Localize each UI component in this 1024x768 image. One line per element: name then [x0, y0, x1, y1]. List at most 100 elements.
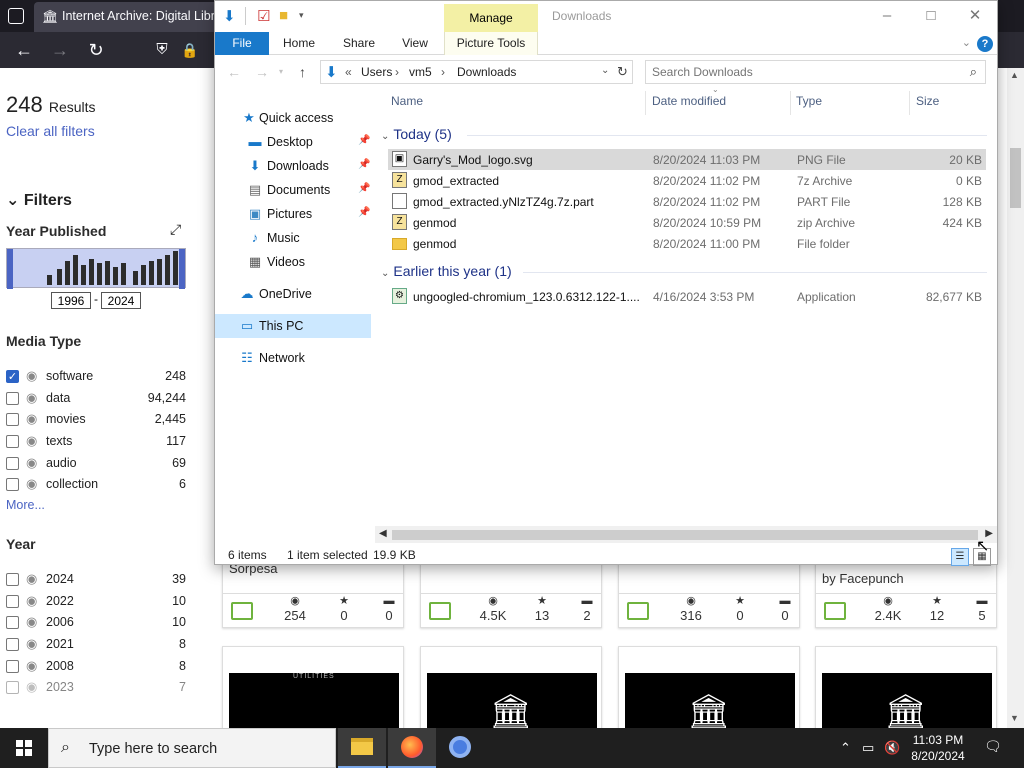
histogram-left-handle[interactable]	[7, 249, 13, 289]
checkbox[interactable]	[6, 392, 19, 405]
result-card[interactable]: 🏛	[420, 646, 602, 730]
nav-item-this-pc[interactable]: ▭ This PC	[215, 314, 371, 338]
column-divider[interactable]	[645, 91, 646, 115]
facet-year-2006[interactable]: ◉ 2006 10	[6, 613, 186, 633]
eye-icon[interactable]: ◉	[26, 636, 37, 652]
details-view-icon[interactable]: ☰	[951, 548, 969, 566]
nav-item-documents[interactable]: ▤ Documents 📌	[215, 178, 371, 202]
scrollbar-thumb[interactable]	[1010, 148, 1021, 208]
qat-customize-icon[interactable]: ▾	[299, 10, 304, 21]
eye-icon[interactable]: ◉	[26, 390, 37, 406]
eye-icon[interactable]: ◉	[26, 476, 37, 492]
eye-icon[interactable]: ◉	[26, 368, 37, 384]
shield-icon[interactable]: ⛨	[150, 38, 174, 62]
nav-item-onedrive[interactable]: ☁ OneDrive	[215, 282, 371, 306]
manage-tab[interactable]: Manage	[444, 4, 538, 32]
file-row[interactable]: Z genmod 8/20/2024 10:59 PM zip Archive …	[388, 212, 986, 233]
chevron-up-icon[interactable]: ⌃	[840, 740, 851, 756]
eye-icon[interactable]: ◉	[26, 571, 37, 587]
checkbox[interactable]	[6, 435, 19, 448]
refresh-icon[interactable]: ↻	[617, 64, 628, 80]
facet-year-2008[interactable]: ◉ 2008 8	[6, 657, 186, 677]
forward-arrow-icon[interactable]: →	[48, 38, 72, 62]
up-arrow-icon[interactable]: ↑	[299, 64, 306, 80]
column-type[interactable]: Type	[796, 94, 822, 108]
histogram-right-handle[interactable]	[179, 249, 185, 289]
result-card[interactable]: 🏛	[815, 646, 997, 730]
new-folder-icon[interactable]: ■	[279, 7, 288, 24]
tab-home[interactable]: Home	[279, 32, 319, 55]
breadcrumb-vm5[interactable]: vm5	[409, 65, 432, 79]
recent-locations-icon[interactable]: ▾	[279, 67, 283, 76]
eye-icon[interactable]: ◉	[26, 593, 37, 609]
result-card[interactable]: by Facepunch ◉ 2.4K ★ 12 ▬ 5	[815, 556, 997, 628]
scroll-down-arrow-icon[interactable]: ▼	[1010, 713, 1019, 723]
year-to-input[interactable]	[101, 292, 141, 309]
back-arrow-icon[interactable]: ←	[12, 38, 36, 62]
file-row[interactable]: genmod 8/20/2024 11:00 PM File folder	[388, 233, 986, 254]
tab-file[interactable]: File	[215, 32, 269, 55]
checkbox[interactable]	[6, 616, 19, 629]
file-row[interactable]: Z gmod_extracted 8/20/2024 11:02 PM 7z A…	[388, 170, 986, 191]
lock-icon[interactable]: 🔒	[178, 38, 202, 62]
nav-item-quick-access[interactable]: ★ Quick access	[215, 106, 371, 130]
nav-item-downloads[interactable]: ⬇ Downloads 📌	[215, 154, 371, 178]
taskbar-chromium[interactable]	[436, 728, 484, 768]
facet-year-2021[interactable]: ◉ 2021 8	[6, 635, 186, 655]
checkbox[interactable]	[6, 413, 19, 426]
taskbar-search[interactable]: ⌕ Type here to search	[48, 728, 336, 768]
expand-icon[interactable]: ⤢	[170, 221, 181, 238]
clear-filters-link[interactable]: Clear all filters	[6, 123, 95, 139]
column-name[interactable]: Name	[391, 94, 423, 108]
network-status-icon[interactable]: ▭	[862, 740, 874, 756]
checkbox[interactable]	[6, 660, 19, 673]
checkbox[interactable]	[6, 573, 19, 586]
result-card[interactable]: 🏛	[618, 646, 800, 730]
nav-item-music[interactable]: ♪ Music	[215, 226, 371, 250]
year-histogram[interactable]	[6, 248, 186, 289]
facet-software[interactable]: ✓ ◉ software 248	[6, 367, 186, 387]
tab-list-icon[interactable]	[8, 8, 24, 24]
facet-year-2023[interactable]: ◉ 2023 7	[6, 678, 186, 698]
filters-heading[interactable]: ⌄ Filters	[6, 190, 72, 210]
column-divider[interactable]	[790, 91, 791, 115]
forward-arrow-icon[interactable]: →	[255, 64, 269, 80]
breadcrumb-overflow[interactable]: «	[345, 65, 352, 79]
nav-item-pictures[interactable]: ▣ Pictures 📌	[215, 202, 371, 226]
column-size[interactable]: Size	[916, 94, 939, 108]
media-type-more-link[interactable]: More...	[6, 498, 45, 512]
facet-audio[interactable]: ◉ audio 69	[6, 454, 186, 474]
eye-icon[interactable]: ◉	[26, 455, 37, 471]
chevron-down-icon[interactable]: ⌄	[962, 36, 971, 49]
system-clock[interactable]: 11:03 PM 8/20/2024	[902, 732, 974, 764]
result-card[interactable]: UTILITIES	[222, 646, 404, 730]
checkbox[interactable]	[6, 595, 19, 608]
column-date-modified[interactable]: Date modified	[652, 94, 726, 108]
file-row[interactable]: ▣ Garry's_Mod_logo.svg 8/20/2024 11:03 P…	[388, 149, 986, 170]
tab-view[interactable]: View	[397, 32, 433, 55]
search-icon[interactable]: ⌕	[970, 64, 977, 80]
eye-icon[interactable]: ◉	[26, 679, 37, 695]
eye-icon[interactable]: ◉	[26, 433, 37, 449]
scroll-up-arrow-icon[interactable]: ▲	[1010, 70, 1019, 80]
group-header-earlier-this-year[interactable]: ⌄ Earlier this year (1)	[381, 263, 512, 279]
close-icon[interactable]: ✕	[953, 5, 997, 27]
help-icon[interactable]: ?	[977, 36, 993, 52]
facet-texts[interactable]: ◉ texts 117	[6, 432, 186, 452]
page-scrollbar[interactable]: ▲ ▼	[1007, 68, 1024, 728]
checkbox[interactable]	[6, 638, 19, 651]
address-dropdown-icon[interactable]: ⌄	[601, 65, 609, 76]
checkbox-checked[interactable]: ✓	[6, 370, 19, 383]
breadcrumb-users[interactable]: Users	[361, 65, 392, 79]
facet-collection[interactable]: ◉ collection 6	[6, 475, 186, 495]
search-input[interactable]	[646, 61, 956, 83]
taskbar-firefox[interactable]	[388, 728, 436, 768]
result-card[interactable]: ◉ 4.5K ★ 13 ▬ 2	[420, 556, 602, 628]
download-arrow-icon[interactable]: ⬇	[223, 7, 236, 25]
file-row[interactable]: gmod_extracted.yNlzTZ4g.7z.part 8/20/202…	[388, 191, 986, 212]
eye-icon[interactable]: ◉	[26, 658, 37, 674]
column-divider[interactable]	[909, 91, 910, 115]
tab-share[interactable]: Share	[339, 32, 379, 55]
checkbox[interactable]	[6, 478, 19, 491]
back-arrow-icon[interactable]: ←	[227, 64, 241, 80]
